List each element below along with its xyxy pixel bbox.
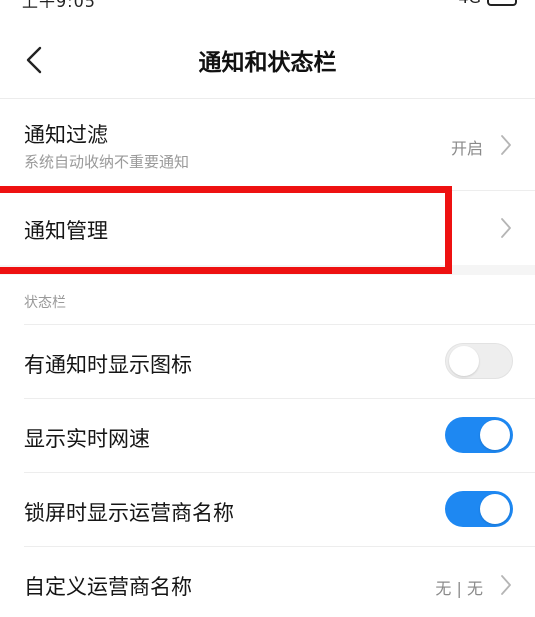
network-indicator: 4G: [458, 0, 481, 7]
show-icon-on-notification-title: 有通知时显示图标: [24, 353, 192, 377]
lockscreen-carrier-name-toggle[interactable]: [445, 491, 513, 527]
show-network-speed-toggle[interactable]: [445, 417, 513, 453]
lockscreen-carrier-name-row: 锁屏时显示运营商名称: [0, 473, 535, 546]
notification-filter-value: 开启: [450, 139, 483, 158]
header: 通知和状态栏: [0, 18, 535, 102]
toggle-knob: [480, 420, 510, 450]
show-network-speed-row: 显示实时网速: [0, 399, 535, 472]
battery-icon: [487, 0, 517, 6]
section-label-status-bar: 状态栏: [24, 295, 66, 311]
toggle-knob: [480, 494, 510, 524]
custom-carrier-name-title: 自定义运营商名称: [24, 575, 192, 599]
notification-filter-subtitle: 系统自动收纳不重要通知: [24, 153, 190, 171]
show-network-speed-title: 显示实时网速: [24, 427, 150, 451]
toggle-knob: [449, 346, 479, 376]
notification-filter-title: 通知过滤: [24, 123, 108, 147]
chevron-right-icon: [501, 218, 511, 238]
status-indicators: 4G: [458, 0, 517, 7]
status-bar: 上午9:05 4G: [0, 0, 535, 8]
page-title: 通知和状态栏: [198, 50, 337, 76]
section-gap: [0, 265, 535, 275]
notification-management-title: 通知管理: [24, 219, 108, 243]
lockscreen-carrier-name-title: 锁屏时显示运营商名称: [24, 501, 234, 525]
chevron-right-icon: [501, 135, 511, 155]
notification-filter-row[interactable]: 通知过滤 系统自动收纳不重要通知 开启: [0, 99, 535, 189]
status-time: 上午9:05: [22, 0, 96, 8]
custom-carrier-name-row[interactable]: 自定义运营商名称 无 | 无: [0, 547, 535, 617]
custom-carrier-name-value: 无 | 无: [435, 579, 483, 598]
notification-management-row[interactable]: 通知管理: [0, 191, 535, 265]
show-icon-on-notification-toggle[interactable]: [445, 343, 513, 379]
chevron-right-icon: [501, 575, 511, 595]
screen: 上午9:05 4G 通知和状态栏 通知过滤 系统自动收纳不重要通知 开启 通知管…: [0, 0, 535, 617]
show-icon-on-notification-row: 有通知时显示图标: [0, 325, 535, 398]
